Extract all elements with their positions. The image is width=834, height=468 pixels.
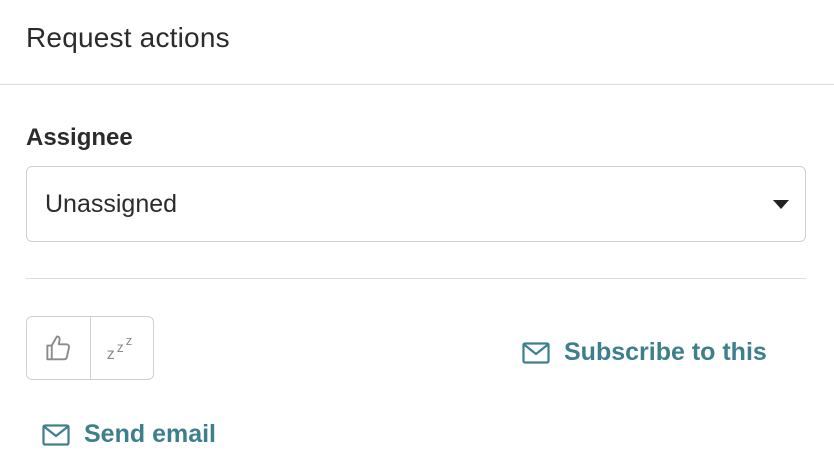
mail-icon [42, 423, 70, 446]
caret-down-icon [773, 200, 789, 209]
assignee-label: Assignee [26, 124, 133, 151]
divider [26, 278, 806, 279]
send-email-label: Send email [84, 420, 216, 448]
send-email-button[interactable]: Send email [42, 420, 216, 449]
snooze-button[interactable]: z z z [89, 317, 154, 379]
thumbs-up-icon [46, 335, 71, 361]
panel-title: Request actions [26, 22, 230, 53]
mail-icon [522, 341, 550, 364]
assignee-select[interactable]: Unassigned [26, 166, 806, 242]
panel-header: Request actions [0, 0, 834, 85]
vote-button-group: z z z [26, 316, 154, 380]
subscribe-label: Subscribe to this [564, 338, 767, 366]
upvote-button[interactable] [27, 317, 90, 379]
snooze-icon: z z z [106, 333, 133, 363]
assignee-select-value: Unassigned [45, 190, 178, 218]
subscribe-button[interactable]: Subscribe to this [522, 338, 767, 367]
